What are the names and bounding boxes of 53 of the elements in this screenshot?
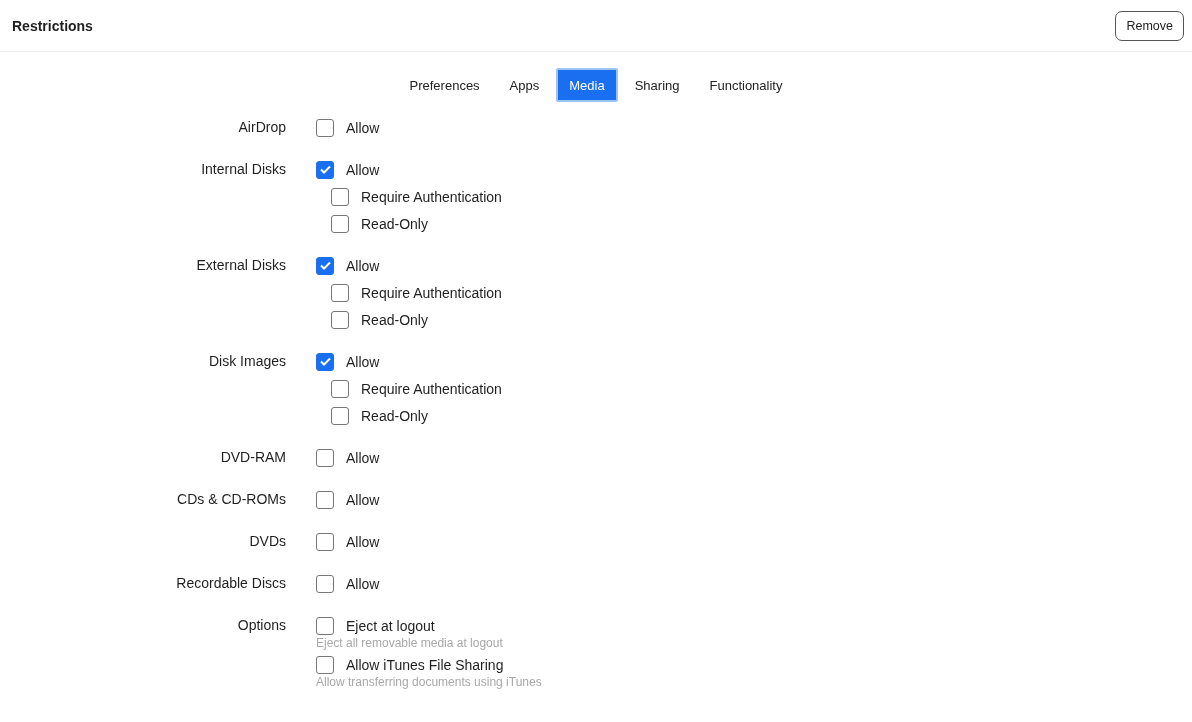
checkbox[interactable]: [331, 379, 349, 398]
option-label: Read-Only: [361, 215, 428, 232]
option-label: Allow: [346, 575, 380, 592]
option-label: Read-Only: [361, 407, 428, 424]
option-hint: Allow transferring documents using iTunes: [316, 674, 543, 690]
option-label: Eject at logout: [346, 617, 435, 634]
checkbox[interactable]: [316, 574, 334, 593]
option-label: Require Authentication: [361, 380, 502, 397]
checkbox[interactable]: [331, 283, 349, 302]
checkbox[interactable]: [331, 214, 349, 233]
tab[interactable]: Media: [556, 68, 618, 102]
checkmark-icon: [319, 357, 331, 366]
section-label: DVD-RAM: [219, 448, 286, 467]
section-label: DVDs: [248, 532, 286, 551]
checkbox[interactable]: [331, 310, 349, 329]
section-label: Recordable Discs: [175, 574, 286, 593]
checkbox[interactable]: [316, 352, 334, 371]
option-hint: Eject all removable media at logout: [316, 635, 504, 651]
checkbox[interactable]: [316, 256, 334, 275]
tab[interactable]: Apps: [496, 68, 553, 102]
checkbox[interactable]: [331, 406, 349, 425]
option-label: Allow: [346, 161, 380, 178]
option-label: Allow iTunes File Sharing: [346, 656, 504, 673]
page-title: Restrictions: [12, 17, 93, 34]
option-label: Allow: [346, 533, 380, 550]
checkmark-icon: [319, 165, 331, 174]
checkbox[interactable]: [316, 490, 334, 509]
section-label: CDs & CD-ROMs: [176, 490, 286, 509]
tab[interactable]: Preferences: [396, 68, 493, 102]
checkbox[interactable]: [316, 616, 334, 635]
tab[interactable]: Functionality: [696, 68, 796, 102]
section-label: External Disks: [195, 256, 286, 275]
checkmark-icon: [319, 261, 331, 270]
checkbox[interactable]: [316, 655, 334, 674]
remove-button[interactable]: Remove: [1115, 10, 1184, 41]
section-label: AirDrop: [237, 118, 286, 137]
section-label: Disk Images: [207, 352, 286, 371]
checkbox[interactable]: [316, 160, 334, 179]
checkbox[interactable]: [316, 118, 334, 137]
checkbox[interactable]: [316, 448, 334, 467]
tab[interactable]: Sharing: [621, 68, 693, 102]
option-label: Read-Only: [361, 311, 428, 328]
option-label: Require Authentication: [361, 284, 502, 301]
option-label: Allow: [346, 491, 380, 508]
checkbox[interactable]: [316, 532, 334, 551]
option-label: Allow: [346, 449, 380, 466]
checkbox[interactable]: [331, 187, 349, 206]
option-label: Require Authentication: [361, 188, 502, 205]
option-label: Allow: [346, 353, 380, 370]
option-label: Allow: [346, 119, 380, 136]
section-label: Internal Disks: [200, 160, 286, 179]
section-label: Options: [236, 616, 286, 635]
option-label: Allow: [346, 257, 380, 274]
